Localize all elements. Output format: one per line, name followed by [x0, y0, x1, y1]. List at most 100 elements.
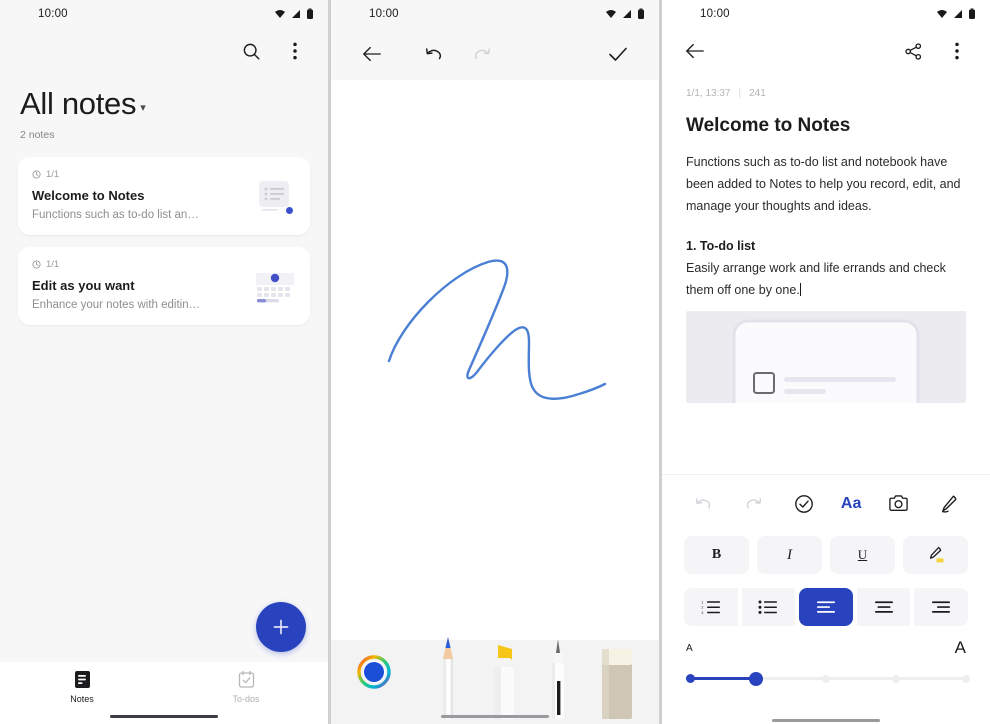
drawing-canvas[interactable] — [331, 80, 659, 640]
slider-fill — [686, 677, 756, 680]
back-arrow-icon[interactable] — [359, 41, 385, 67]
slider-tick — [962, 674, 970, 683]
align-left-icon — [816, 601, 835, 613]
canvas-toolbar — [331, 28, 659, 80]
status-bar: 10:00 — [0, 0, 328, 28]
format-tool-row: Aa — [662, 474, 990, 532]
text-format-icon[interactable]: Aa — [841, 491, 861, 517]
align-right-button[interactable] — [914, 588, 968, 626]
battery-icon — [969, 8, 975, 19]
note-editor-panel: 10:00 1/1, 13:37 | 241 Welcome to Notes … — [662, 0, 990, 724]
status-clock: 10:00 — [38, 8, 68, 20]
editor-toolbar-right — [900, 38, 970, 64]
underline-button[interactable]: U — [830, 536, 895, 574]
redo-icon — [740, 491, 766, 517]
pencil-tool-icon[interactable] — [435, 637, 461, 724]
keyboard-thumbnail — [254, 269, 296, 307]
unsynced-badge — [285, 206, 294, 215]
todo-calendar-icon — [238, 670, 254, 688]
clock-icon — [32, 170, 41, 179]
svg-text:2: 2 — [701, 606, 703, 610]
sidebar-item-todos[interactable]: To-dos — [164, 670, 328, 704]
search-icon[interactable] — [238, 38, 264, 64]
italic-label: I — [787, 546, 792, 563]
underline-label: U — [857, 547, 868, 562]
document-list-thumbnail — [254, 179, 296, 217]
note-title[interactable]: Welcome to Notes — [662, 99, 990, 137]
slider-tick — [822, 674, 830, 683]
note-card[interactable]: 1/1 Welcome to Notes Functions such as t… — [18, 157, 310, 235]
text-format-label: Aa — [840, 494, 862, 512]
status-clock: 10:00 — [369, 8, 399, 20]
align-center-icon — [874, 601, 893, 613]
chevron-down-icon[interactable]: ▾ — [140, 101, 146, 114]
home-indicator — [110, 714, 218, 718]
more-vertical-icon[interactable] — [282, 38, 308, 64]
text-cursor — [799, 283, 801, 296]
numbered-list-icon: 1 2 3 — [701, 600, 720, 615]
signal-icon — [292, 10, 300, 18]
check-icon[interactable] — [605, 41, 631, 67]
italic-button[interactable]: I — [757, 536, 822, 574]
highlight-button[interactable] — [903, 536, 968, 574]
home-indicator — [441, 714, 549, 718]
svg-text:1: 1 — [701, 600, 703, 604]
status-icons — [605, 8, 645, 20]
note-date: 1/1, 13:37 — [686, 88, 731, 99]
notes-icon — [74, 671, 90, 688]
font-size-labels: A A — [662, 626, 990, 658]
note-heading-1[interactable]: 1. To-do list — [662, 217, 990, 257]
note-count: 2 notes — [20, 129, 55, 141]
check-circle-icon[interactable] — [791, 491, 817, 517]
font-size-slider[interactable] — [686, 670, 970, 688]
font-size-small-label: A — [686, 642, 693, 654]
share-icon[interactable] — [900, 38, 926, 64]
ink-stroke — [387, 259, 607, 400]
embedded-image[interactable] — [686, 311, 966, 403]
numbered-list-button[interactable]: 1 2 3 — [684, 588, 738, 626]
wifi-icon — [937, 10, 947, 18]
status-bar: 10:00 — [331, 0, 659, 28]
align-center-button[interactable] — [856, 588, 911, 626]
highlighter-tool-icon[interactable] — [487, 645, 521, 724]
battery-icon — [638, 8, 644, 19]
color-wheel-icon[interactable] — [357, 655, 391, 694]
bulleted-list-button[interactable] — [741, 588, 796, 626]
page-title-row[interactable]: All notes ▾ — [0, 74, 328, 119]
alignment-row: 1 2 3 — [662, 574, 990, 626]
add-note-button[interactable] — [256, 602, 306, 652]
formatting-panel: Aa B I U 1 2 3 A A — [662, 474, 990, 724]
notes-list-panel: 10:00 All notes ▾ 2 notes 1/1 Welcome to… — [0, 0, 328, 724]
pen-tool-icon[interactable] — [547, 639, 569, 724]
camera-icon[interactable] — [886, 491, 912, 517]
sidebar-item-notes[interactable]: Notes — [0, 670, 164, 704]
slider-knob[interactable] — [749, 671, 763, 686]
redo-icon — [469, 41, 495, 67]
bold-button[interactable]: B — [684, 536, 749, 574]
eraser-tool-icon[interactable] — [599, 647, 635, 724]
align-left-button[interactable] — [799, 588, 853, 626]
wifi-icon — [275, 10, 285, 18]
note-char-count: 241 — [749, 88, 766, 99]
back-arrow-icon[interactable] — [682, 38, 708, 64]
handwriting-panel: 10:00 — [331, 0, 659, 724]
slider-tick — [892, 674, 900, 683]
bold-label: B — [711, 547, 722, 562]
pen-icon[interactable] — [936, 491, 962, 517]
page-title: All notes — [20, 86, 137, 121]
note-paragraph-2-text: Easily arrange work and life errands and… — [686, 261, 946, 297]
undo-icon[interactable] — [421, 41, 447, 67]
slider-start-dot — [686, 674, 695, 683]
font-size-large-label: A — [954, 638, 966, 657]
note-paragraph-2[interactable]: Easily arrange work and life errands and… — [662, 257, 990, 301]
highlighter-icon — [929, 546, 943, 563]
note-card-list: 1/1 Welcome to Notes Functions such as t… — [0, 141, 328, 325]
signal-icon — [623, 10, 631, 18]
battery-icon — [307, 8, 313, 19]
note-card[interactable]: 1/1 Edit as you want Enhance your notes … — [18, 247, 310, 325]
undo-icon — [690, 491, 716, 517]
note-paragraph-1[interactable]: Functions such as to-do list and noteboo… — [662, 137, 990, 217]
signal-icon — [954, 10, 962, 18]
more-vertical-icon[interactable] — [944, 38, 970, 64]
note-card-date: 1/1 — [46, 169, 60, 180]
